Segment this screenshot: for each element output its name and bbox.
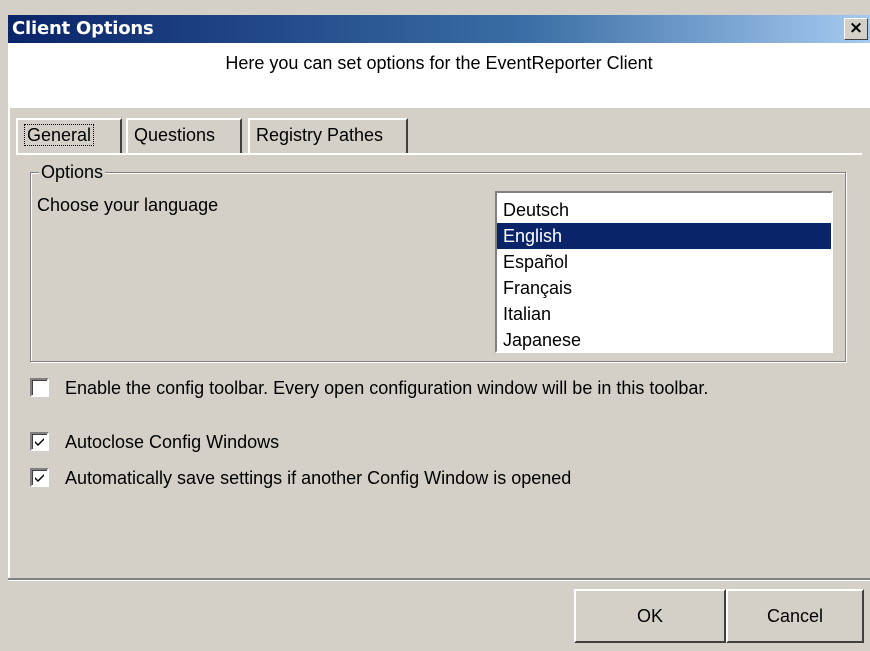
language-item-deutsch[interactable]: Deutsch <box>497 197 831 223</box>
ok-button[interactable]: OK <box>574 589 726 643</box>
language-item-english[interactable]: English <box>497 223 831 249</box>
tab-registry-pathes[interactable]: Registry Pathes <box>248 118 408 153</box>
header-banner: Here you can set options for the EventRe… <box>8 43 870 108</box>
language-item-francais[interactable]: Français <box>497 275 831 301</box>
tab-general[interactable]: General <box>16 118 122 153</box>
options-group-title: Options <box>39 162 106 182</box>
tab-questions-label: Questions <box>134 125 216 145</box>
autoclose-label: Autoclose Config Windows <box>65 432 280 452</box>
language-item-japanese[interactable]: Japanese <box>497 327 831 353</box>
autosave-label: Automatically save settings if another C… <box>65 468 572 488</box>
tab-questions[interactable]: Questions <box>126 118 242 153</box>
checkmark-icon <box>35 474 44 482</box>
title-bar[interactable]: Client Options × <box>8 15 870 43</box>
cancel-button[interactable]: Cancel <box>726 589 864 643</box>
language-item-italian[interactable]: Italian <box>497 301 831 327</box>
language-label: Choose your language <box>37 195 219 215</box>
header-description: Here you can set options for the EventRe… <box>225 53 653 73</box>
window-title: Client Options <box>12 18 154 39</box>
language-item-espanol[interactable]: Español <box>497 249 831 275</box>
config-toolbar-label: Enable the config toolbar. Every open co… <box>65 378 709 398</box>
autosave-checkbox[interactable] <box>30 468 49 487</box>
autoclose-checkbox[interactable] <box>30 432 49 451</box>
language-listbox[interactable]: Deutsch English Español Français Italian… <box>495 191 833 353</box>
footer-separator <box>8 578 870 581</box>
tab-registry-label: Registry Pathes <box>256 125 384 145</box>
checkmark-icon <box>35 438 44 446</box>
config-toolbar-checkbox[interactable] <box>30 378 49 397</box>
close-icon: × <box>848 18 864 38</box>
close-button[interactable]: × <box>844 18 868 40</box>
options-groupbox: Options Choose your language Deutsch Eng… <box>30 162 846 362</box>
tab-panel-border <box>16 153 862 155</box>
tab-general-label: General <box>24 124 95 146</box>
window-border <box>8 108 10 578</box>
